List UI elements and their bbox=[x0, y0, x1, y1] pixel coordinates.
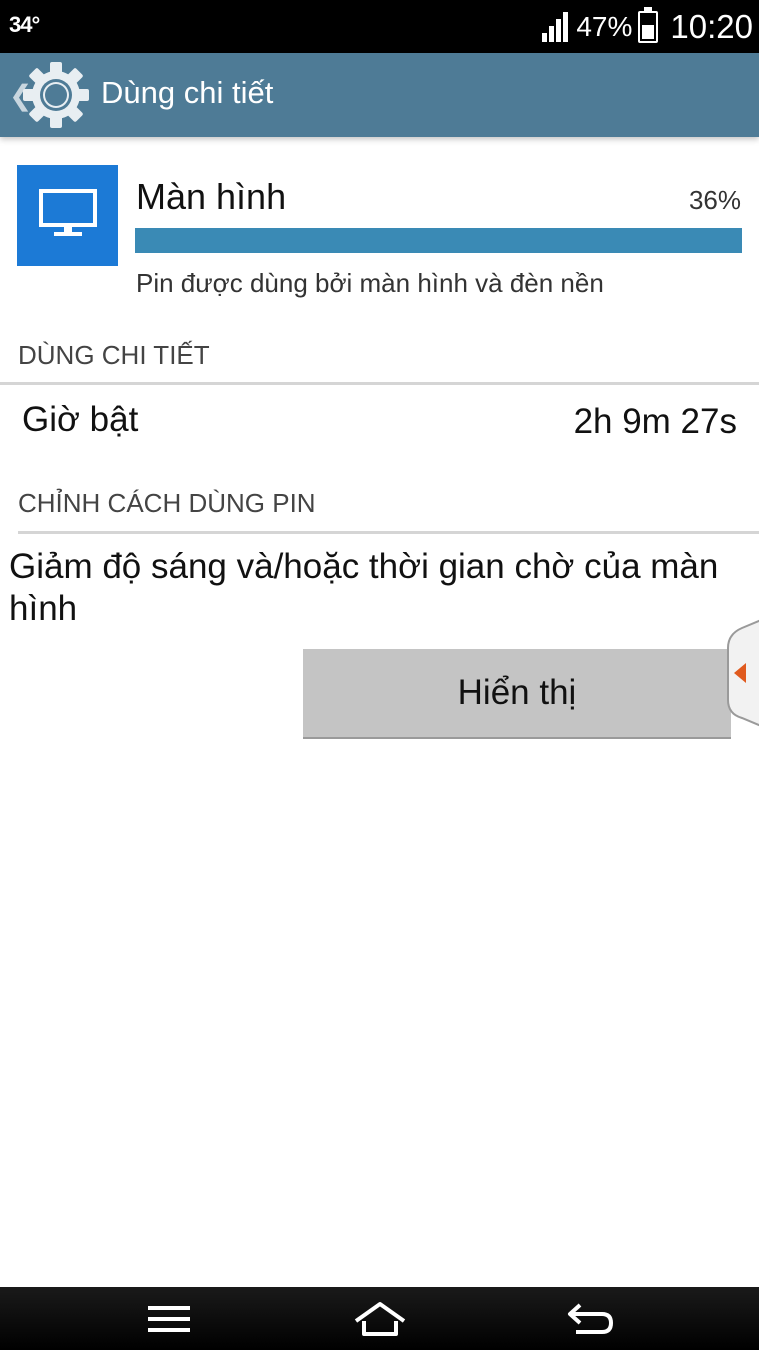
clock: 10:20 bbox=[670, 7, 753, 45]
usage-item-name: Màn hình bbox=[136, 176, 287, 217]
adjust-section-header: CHỈNH CÁCH DÙNG PIN bbox=[18, 488, 316, 518]
usage-progress-fill bbox=[135, 228, 742, 253]
usage-description: Pin được dùng bởi màn hình và đèn nền bbox=[136, 268, 604, 298]
on-time-label: Giờ bật bbox=[22, 400, 139, 439]
temperature-indicator: 34° bbox=[9, 12, 40, 37]
home-icon bbox=[354, 1302, 406, 1336]
usage-progress-bar bbox=[135, 228, 742, 253]
monitor-icon bbox=[39, 189, 97, 236]
action-bar: ❮ Dùng chi tiết bbox=[0, 53, 759, 137]
signal-icon bbox=[542, 11, 570, 42]
menu-button[interactable] bbox=[139, 1297, 199, 1341]
navigation-bar bbox=[0, 1287, 759, 1350]
home-button[interactable] bbox=[350, 1297, 410, 1341]
section-divider bbox=[18, 531, 759, 534]
details-section-header: DÙNG CHI TIẾT bbox=[18, 340, 210, 370]
side-drawer-tab[interactable] bbox=[726, 618, 759, 728]
battery-percent: 47% bbox=[576, 10, 633, 42]
page-title: Dùng chi tiết bbox=[101, 75, 274, 110]
usage-percent: 36% bbox=[688, 185, 741, 215]
status-right-cluster: 47% 10:20 bbox=[542, 0, 753, 53]
section-divider bbox=[0, 382, 759, 385]
menu-icon bbox=[148, 1306, 190, 1332]
status-bar: 34° 47% 10:20 bbox=[0, 0, 759, 53]
screen-tile bbox=[17, 165, 118, 266]
back-button[interactable] bbox=[560, 1297, 620, 1341]
battery-level-fill bbox=[642, 25, 655, 39]
battery-advice-text: Giảm độ sáng và/hoặc thời gian chờ của m… bbox=[9, 547, 719, 628]
gear-icon[interactable] bbox=[22, 61, 90, 129]
battery-icon bbox=[638, 6, 659, 43]
show-display-settings-button[interactable]: Hiển thị bbox=[303, 649, 731, 739]
on-time-value: 2h 9m 27s bbox=[573, 402, 737, 441]
back-icon bbox=[568, 1303, 614, 1334]
